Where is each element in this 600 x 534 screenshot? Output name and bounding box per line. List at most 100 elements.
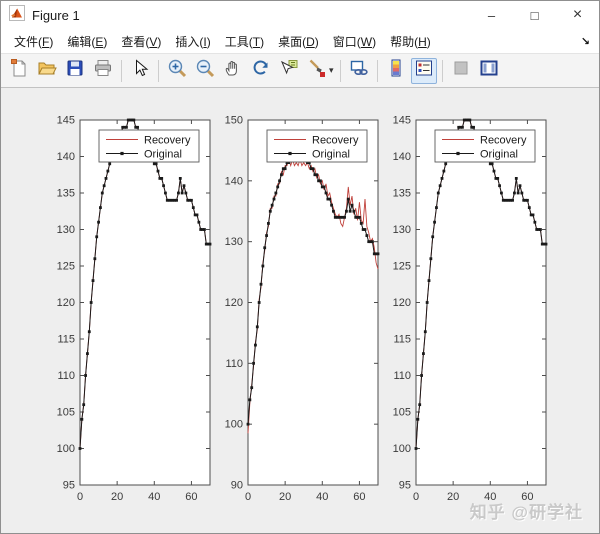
- data-cursor-button[interactable]: [276, 58, 302, 84]
- pan-icon: [223, 58, 243, 83]
- open-file-button[interactable]: [34, 58, 60, 84]
- link-plot-button[interactable]: [346, 58, 372, 84]
- svg-text:0: 0: [245, 491, 251, 503]
- svg-text:100: 100: [393, 443, 411, 455]
- svg-text:40: 40: [316, 491, 328, 503]
- menu-item-view[interactable]: 查看(V): [114, 30, 168, 53]
- rotate-3d-button[interactable]: [248, 58, 274, 84]
- menu-item-window[interactable]: 窗口(W): [326, 30, 383, 53]
- svg-text:100: 100: [225, 419, 243, 431]
- save-figure-button[interactable]: [62, 58, 88, 84]
- svg-text:100: 100: [57, 443, 75, 455]
- edit-pointer-icon: [130, 58, 150, 83]
- svg-text:Recovery: Recovery: [144, 135, 191, 147]
- legend-box[interactable]: Recovery Original: [434, 129, 536, 163]
- menu-item-file[interactable]: 文件(F): [7, 30, 60, 53]
- minimize-button[interactable]: –: [470, 1, 513, 29]
- svg-text:110: 110: [225, 358, 243, 370]
- rotate-3d-icon: [251, 58, 271, 83]
- svg-text:95: 95: [399, 480, 411, 492]
- colorbar-button[interactable]: [383, 58, 409, 84]
- new-figure-button[interactable]: [6, 58, 32, 84]
- legend-button[interactable]: [410, 57, 437, 84]
- svg-text:Recovery: Recovery: [312, 135, 359, 147]
- svg-text:120: 120: [393, 297, 411, 309]
- menu-item-tools[interactable]: 工具(T): [218, 30, 271, 53]
- toolbar: ▾: [1, 53, 599, 88]
- svg-text:105: 105: [57, 407, 75, 419]
- menu-item-desktop[interactable]: 桌面(D): [271, 30, 326, 53]
- zoom-in-button[interactable]: [164, 58, 190, 84]
- svg-text:140: 140: [57, 151, 75, 163]
- show-plot-tools-button[interactable]: [476, 58, 502, 84]
- show-plot-tools-icon: [479, 58, 499, 83]
- pan-button[interactable]: [220, 58, 246, 84]
- toolbar-separator: [158, 59, 159, 82]
- svg-text:110: 110: [57, 370, 75, 382]
- svg-text:Original: Original: [480, 149, 518, 161]
- zoom-out-button[interactable]: [192, 58, 218, 84]
- svg-text:145: 145: [57, 115, 75, 127]
- subplot-left[interactable]: 95 100 105 110 115 120 125 130 135 140 145 0 20 40 60 R…: [40, 110, 214, 525]
- svg-text:105: 105: [393, 407, 411, 419]
- matlab-logo-icon: [9, 4, 25, 26]
- menu-item-insert[interactable]: 插入(I): [168, 30, 217, 53]
- hide-plot-tools-button: [448, 58, 474, 84]
- svg-text:125: 125: [393, 261, 411, 273]
- title-bar: Figure 1 – □ ×: [1, 1, 599, 29]
- colorbar-icon: [386, 58, 406, 83]
- svg-text:140: 140: [393, 151, 411, 163]
- brush-button[interactable]: [304, 58, 330, 84]
- brush-icon: [307, 58, 327, 83]
- legend-icon: [414, 58, 434, 83]
- svg-text:20: 20: [447, 491, 459, 503]
- link-plot-icon: [349, 58, 369, 83]
- zoom-in-icon: [167, 58, 187, 83]
- hide-plot-tools-icon: [451, 58, 471, 83]
- svg-text:140: 140: [225, 175, 243, 187]
- axes[interactable]: 95 100 105 110 115 120 125 130 135 140 145 0 20 40 60 R…: [40, 110, 214, 520]
- figure-window: Figure 1 – □ × 文件(F) 编辑(E) 查看(V) 插入(I) 工具(T)…: [0, 0, 600, 534]
- svg-text:135: 135: [57, 188, 75, 200]
- window-title: Figure 1: [32, 7, 80, 23]
- maximize-button[interactable]: □: [513, 1, 556, 29]
- svg-text:60: 60: [521, 491, 533, 503]
- svg-text:95: 95: [63, 480, 75, 492]
- print-figure-button[interactable]: [90, 58, 116, 84]
- svg-text:40: 40: [484, 491, 496, 503]
- open-file-icon: [37, 58, 57, 83]
- svg-text:Recovery: Recovery: [480, 135, 527, 147]
- svg-text:0: 0: [413, 491, 419, 503]
- svg-text:130: 130: [225, 236, 243, 248]
- axes[interactable]: 95 100 105 110 115 120 125 130 135 140 145 0 20 40 60 R…: [376, 110, 550, 520]
- svg-text:125: 125: [57, 261, 75, 273]
- save-figure-icon: [65, 58, 85, 83]
- subplot-middle[interactable]: 90 100 110 120 130 140 150 0 20 40 60 Recovery Origi…: [208, 110, 382, 525]
- subplot-right[interactable]: 95 100 105 110 115 120 125 130 135 140 145 0 20 40 60 R…: [376, 110, 550, 525]
- toolbar-separator: [441, 59, 443, 82]
- svg-text:90: 90: [231, 480, 243, 492]
- zoom-out-icon: [195, 58, 215, 83]
- toolbar-separator: [376, 59, 378, 82]
- svg-text:0: 0: [77, 491, 83, 503]
- svg-text:60: 60: [185, 491, 197, 503]
- legend-box[interactable]: Recovery Original: [266, 129, 368, 163]
- svg-text:20: 20: [279, 491, 291, 503]
- menu-item-help[interactable]: 帮助(H): [383, 30, 438, 53]
- toolbar-separator: [121, 59, 122, 82]
- brush-dropdown-arrow-icon[interactable]: ▾: [329, 65, 334, 76]
- window-controls: – □ ×: [470, 1, 599, 29]
- new-figure-icon: [9, 58, 29, 83]
- legend-box[interactable]: Recovery Original: [98, 129, 200, 163]
- svg-text:150: 150: [225, 115, 243, 127]
- dock-figure-arrow-icon[interactable]: ↘: [581, 35, 593, 48]
- svg-text:115: 115: [393, 334, 411, 346]
- svg-text:60: 60: [353, 491, 365, 503]
- menu-item-edit[interactable]: 编辑(E): [60, 30, 114, 53]
- edit-pointer-button[interactable]: [127, 58, 153, 84]
- figure-canvas: 知乎 @研学社 95 100 105 110 115 120 125 130 135 140 145…: [1, 88, 599, 533]
- close-button[interactable]: ×: [556, 1, 599, 29]
- axes[interactable]: 90 100 110 120 130 140 150 0 20 40 60 Recovery Origi…: [208, 110, 382, 520]
- svg-text:130: 130: [393, 224, 411, 236]
- svg-text:Original: Original: [312, 149, 350, 161]
